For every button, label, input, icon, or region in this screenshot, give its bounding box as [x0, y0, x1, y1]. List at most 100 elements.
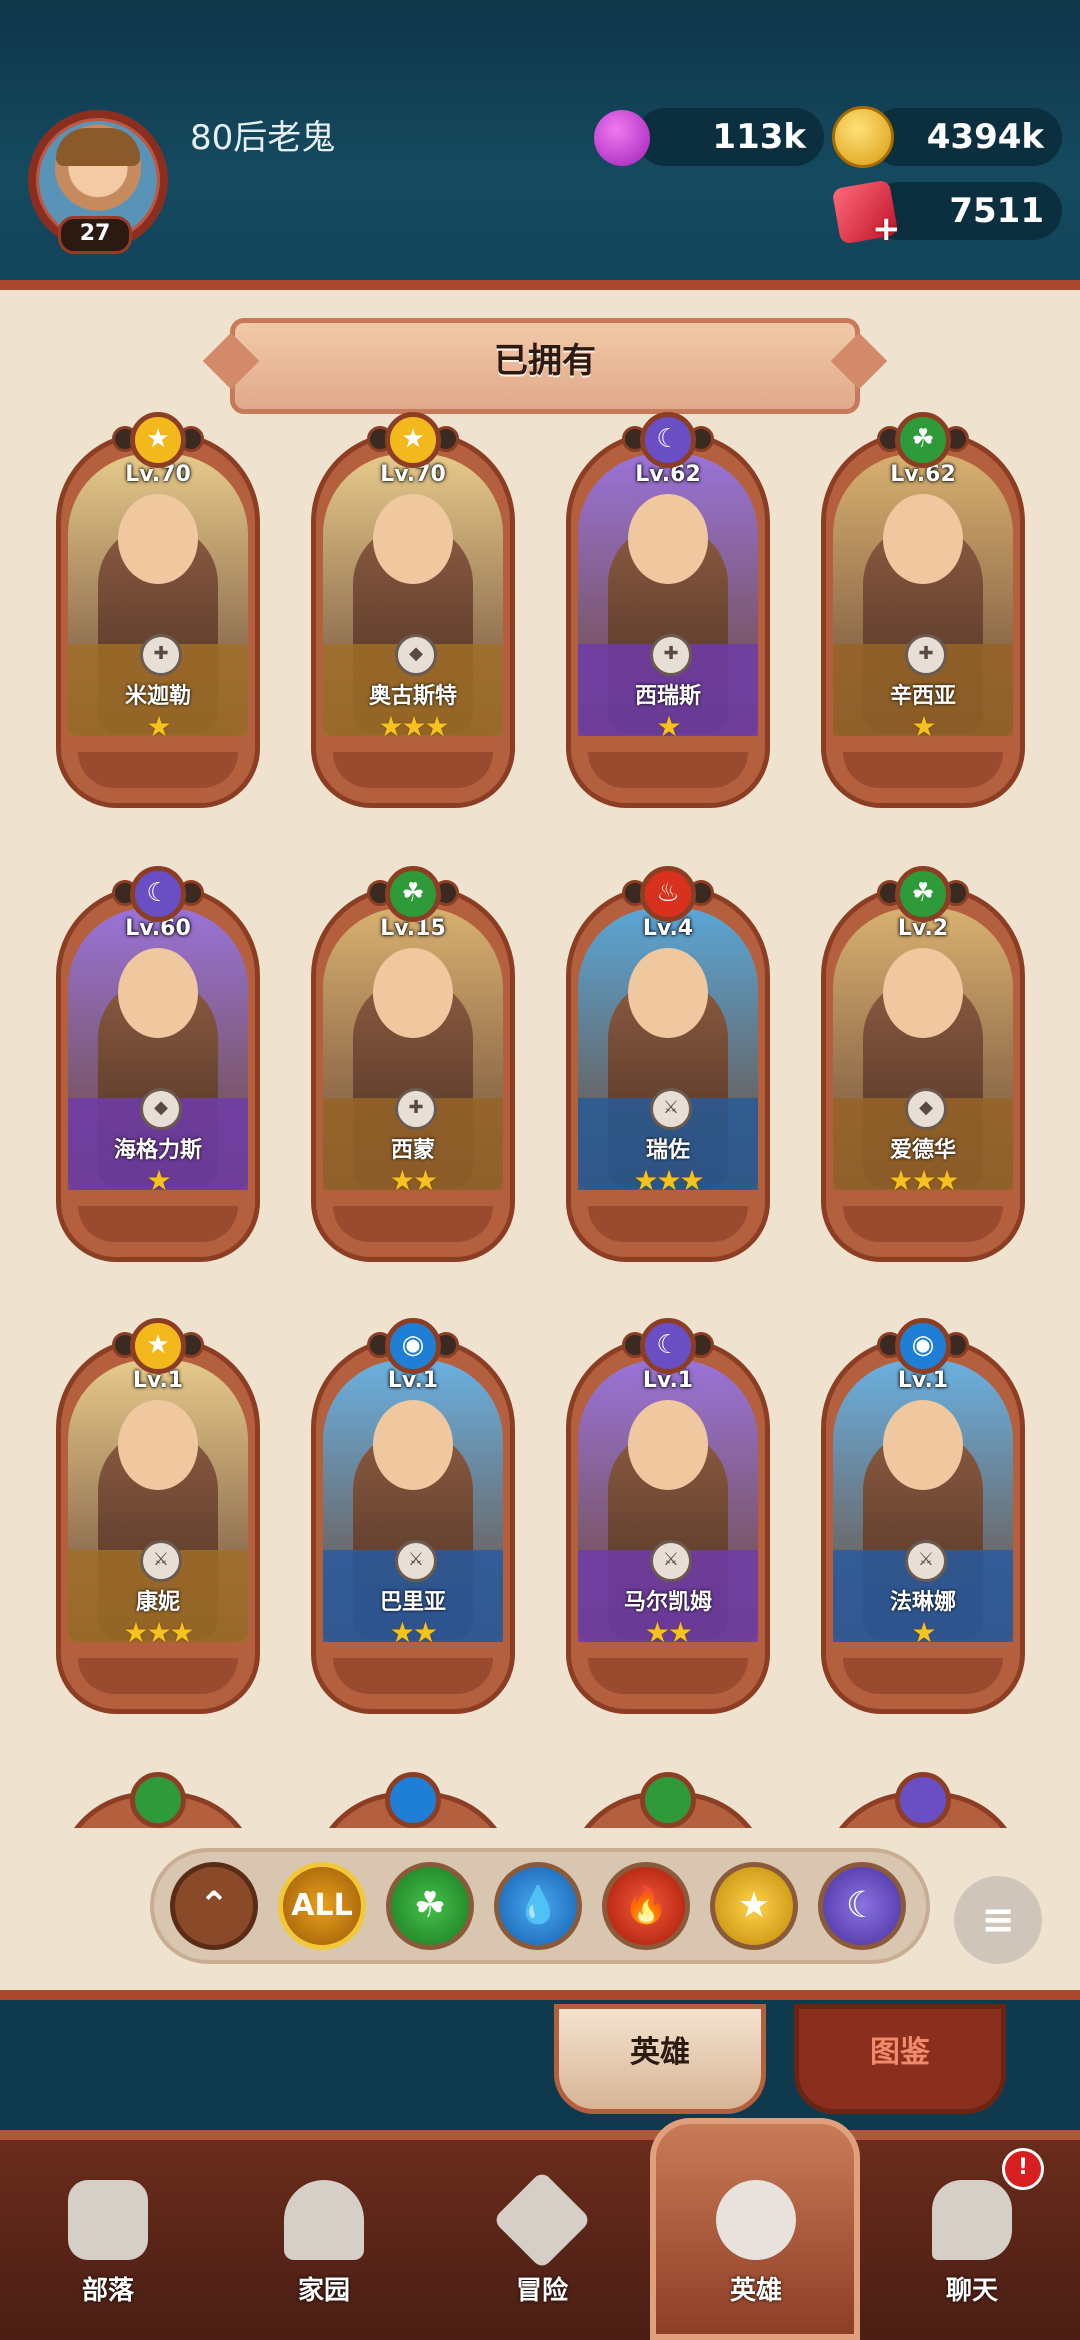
hero-face [883, 494, 963, 584]
hero-stars: ★★★ [633, 1164, 704, 1197]
hero-card-base [333, 1206, 493, 1242]
hero-role-melee-icon: ⚔ [650, 1088, 692, 1130]
hero-role-tank-icon: ◆ [905, 1088, 947, 1130]
hero-role-tank-icon: ◆ [395, 634, 437, 676]
hero-name: 马尔凯姆 [623, 1590, 712, 1615]
hero-card[interactable]: Lv.1 ⚔ 马尔凯姆 ★★ ☾ [566, 1318, 770, 1714]
filter-fire-button[interactable]: 🔥 [602, 1862, 690, 1950]
hero-name: 西蒙 [390, 1138, 435, 1163]
hero-face [118, 494, 198, 584]
filter-dark-button[interactable]: ☾ [818, 1862, 906, 1950]
hero-card[interactable]: Lv.15 ✚ 西蒙 ★★ ☘ [311, 866, 515, 1262]
hero-card-base [588, 1658, 748, 1694]
hero-stars: ★ [146, 1164, 171, 1197]
filter-water-button[interactable]: 💧 [494, 1862, 582, 1950]
elixir-icon [594, 110, 650, 166]
hero-face [628, 1400, 708, 1490]
hero-card-base [78, 752, 238, 788]
element-dark-icon: ☾ [640, 1318, 696, 1374]
hero-card[interactable]: Lv.1 ⚔ 康妮 ★★★ ★ [56, 1318, 260, 1714]
hero-face [883, 1400, 963, 1490]
hero-face [118, 948, 198, 1038]
hero-role-melee-icon: ⚔ [395, 1540, 437, 1582]
hero-card[interactable]: Lv.60 ◆ 海格力斯 ★ ☾ [56, 866, 260, 1262]
hero-face [118, 1400, 198, 1490]
hero-card-partial[interactable] [821, 1772, 1025, 1832]
element-nature-icon: ☘ [385, 866, 441, 922]
hero-role-melee-icon: ⚔ [650, 1540, 692, 1582]
hero-face [373, 494, 453, 584]
hero-card[interactable]: Lv.62 ✚ 辛西亚 ★ ☘ [821, 412, 1025, 808]
hero-card[interactable]: Lv.70 ✚ 米迦勒 ★ ★ [56, 412, 260, 808]
hero-card-base [333, 752, 493, 788]
hero-stars: ★★ [389, 1616, 438, 1649]
player-level-badge: 27 [58, 216, 132, 254]
filter-light-button[interactable]: ★ [710, 1862, 798, 1950]
tab-heroes[interactable]: 英雄 [554, 2004, 766, 2114]
nav-adventure[interactable]: 冒险 [462, 2170, 622, 2320]
hero-stars: ★ [656, 710, 681, 743]
hero-stars: ★★★ [888, 1164, 959, 1197]
nav-chat[interactable]: 聊天 [892, 2170, 1052, 2320]
element-water-icon: ◉ [895, 1318, 951, 1374]
tribe-icon [68, 2180, 148, 2260]
owned-section-title: 已拥有 [230, 318, 860, 414]
hero-face [628, 948, 708, 1038]
hero-card-base [843, 1206, 1003, 1242]
hero-role-heal-icon: ✚ [650, 634, 692, 676]
nav-home[interactable]: 家园 [244, 2170, 404, 2320]
hero-card[interactable]: Lv.1 ⚔ 法琳娜 ★ ◉ [821, 1318, 1025, 1714]
nav-tribe-label: 部落 [81, 2276, 134, 2306]
collapse-button[interactable]: ⌃ [170, 1862, 258, 1950]
hero-card-partial[interactable] [311, 1772, 515, 1832]
hero-name: 西瑞斯 [634, 684, 701, 709]
hero-card-base [78, 1658, 238, 1694]
element-nature-icon: ☘ [895, 412, 951, 468]
hero-role-heal-icon: ✚ [140, 634, 182, 676]
hero-card-partial[interactable] [56, 1772, 260, 1832]
hero-stars: ★ [146, 710, 171, 743]
hero-role-tank-icon: ◆ [140, 1088, 182, 1130]
element-water-icon: ◉ [385, 1318, 441, 1374]
hero-role-melee-icon: ⚔ [905, 1540, 947, 1582]
chat-bubble-icon [932, 2180, 1012, 2260]
hero-card-partial[interactable] [566, 1772, 770, 1832]
hero-name: 辛西亚 [889, 684, 956, 709]
hero-card[interactable]: Lv.62 ✚ 西瑞斯 ★ ☾ [566, 412, 770, 808]
hero-face [883, 948, 963, 1038]
gold-coin-icon [832, 106, 894, 168]
nav-heroes[interactable]: 英雄 [676, 2170, 836, 2320]
hero-role-melee-icon: ⚔ [140, 1540, 182, 1582]
filter-all-button[interactable]: ALL [278, 1862, 366, 1950]
hero-stars: ★★★ [123, 1616, 194, 1649]
crossed-swords-icon [492, 2170, 592, 2270]
player-name: 80后老鬼 [190, 118, 336, 158]
hero-card-base [333, 1658, 493, 1694]
hero-role-heal-icon: ✚ [395, 1088, 437, 1130]
avatar-hair [56, 128, 140, 166]
tab-codex[interactable]: 图鉴 [794, 2004, 1006, 2114]
element-light-icon: ★ [385, 412, 441, 468]
sort-button[interactable]: ≡ [954, 1876, 1042, 1964]
elixir-counter: 113k [636, 108, 824, 166]
element-light-icon: ★ [130, 412, 186, 468]
home-icon [284, 2180, 364, 2260]
hero-card-base [843, 752, 1003, 788]
hero-face [373, 948, 453, 1038]
hero-stars: ★ [911, 1616, 936, 1649]
element-dark-icon: ☾ [130, 866, 186, 922]
filter-nature-button[interactable]: ☘ [386, 1862, 474, 1950]
hero-card[interactable]: Lv.70 ◆ 奥古斯特 ★★★ ★ [311, 412, 515, 808]
hero-card[interactable]: Lv.4 ⚔ 瑞佐 ★★★ ♨ [566, 866, 770, 1262]
hero-name: 康妮 [135, 1590, 180, 1615]
hero-name: 海格力斯 [113, 1138, 202, 1163]
nav-tribe[interactable]: 部落 [28, 2170, 188, 2320]
add-gems-icon[interactable]: + [872, 212, 902, 246]
hero-card[interactable]: Lv.1 ⚔ 巴里亚 ★★ ◉ [311, 1318, 515, 1714]
viking-helmet-icon [716, 2180, 796, 2260]
element-light-icon: ★ [130, 1318, 186, 1374]
nav-adventure-label: 冒险 [515, 2276, 568, 2306]
hero-card[interactable]: Lv.2 ◆ 爱德华 ★★★ ☘ [821, 866, 1025, 1262]
hero-face [628, 494, 708, 584]
element-fire-icon: ♨ [640, 866, 696, 922]
